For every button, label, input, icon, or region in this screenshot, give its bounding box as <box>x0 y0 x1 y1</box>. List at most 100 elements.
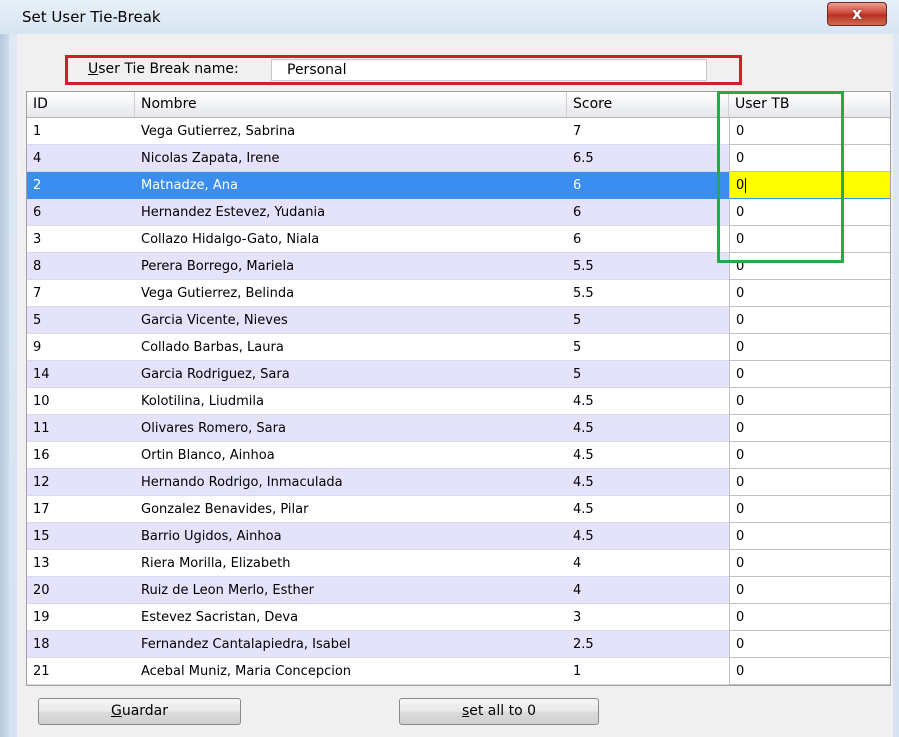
cell-user-tb[interactable]: 0 <box>729 334 890 361</box>
cell-score: 2.5 <box>567 631 729 658</box>
cell-score: 3 <box>567 604 729 631</box>
cell-id: 12 <box>27 469 135 496</box>
cell-score: 4.5 <box>567 415 729 442</box>
cell-user-tb[interactable]: 0 <box>729 199 890 226</box>
cell-user-tb[interactable]: 0 <box>729 658 890 685</box>
close-button[interactable]: x <box>827 2 887 26</box>
table-row[interactable]: 18 Fernandez Cantalapiedra, Isabel 2.5 0 <box>27 631 890 658</box>
cell-nombre: Perera Borrego, Mariela <box>135 253 567 280</box>
cell-user-tb[interactable]: 0 <box>729 496 890 523</box>
set-all-to-zero-button[interactable]: set all to 0 <box>399 698 599 725</box>
cell-user-tb[interactable]: 0 <box>729 172 890 199</box>
column-header-id[interactable]: ID <box>27 92 135 117</box>
cell-nombre: Ruiz de Leon Merlo, Esther <box>135 577 567 604</box>
cell-user-tb[interactable]: 0 <box>729 442 890 469</box>
cell-nombre: Nicolas Zapata, Irene <box>135 145 567 172</box>
cell-user-tb[interactable]: 0 <box>729 118 890 145</box>
table-row[interactable]: 2 Matnadze, Ana 6 0 <box>27 172 890 199</box>
cell-nombre: Vega Gutierrez, Belinda <box>135 280 567 307</box>
cell-score: 6 <box>567 199 729 226</box>
cell-id: 14 <box>27 361 135 388</box>
cell-score: 4.5 <box>567 442 729 469</box>
grid-header: ID Nombre Score User TB <box>27 92 890 118</box>
column-header-score[interactable]: Score <box>567 92 729 117</box>
table-row[interactable]: 19 Estevez Sacristan, Deva 3 0 <box>27 604 890 631</box>
cell-nombre: Hernando Rodrigo, Inmaculada <box>135 469 567 496</box>
cell-id: 1 <box>27 118 135 145</box>
cell-score: 1 <box>567 658 729 685</box>
cell-user-tb[interactable]: 0 <box>729 577 890 604</box>
window-left-border <box>0 0 9 737</box>
cell-id: 16 <box>27 442 135 469</box>
cell-score: 6 <box>567 226 729 253</box>
table-row[interactable]: 5 Garcia Vicente, Nieves 5 0 <box>27 307 890 334</box>
cell-user-tb[interactable]: 0 <box>729 523 890 550</box>
table-row[interactable]: 14 Garcia Rodriguez, Sara 5 0 <box>27 361 890 388</box>
cell-score: 5 <box>567 334 729 361</box>
cell-user-tb[interactable]: 0 <box>729 469 890 496</box>
cell-nombre: Vega Gutierrez, Sabrina <box>135 118 567 145</box>
cell-id: 10 <box>27 388 135 415</box>
cell-user-tb[interactable]: 0 <box>729 604 890 631</box>
cell-nombre: Hernandez Estevez, Yudania <box>135 199 567 226</box>
table-row[interactable]: 17 Gonzalez Benavides, Pilar 4.5 0 <box>27 496 890 523</box>
table-row[interactable]: 20 Ruiz de Leon Merlo, Esther 4 0 <box>27 577 890 604</box>
table-row[interactable]: 12 Hernando Rodrigo, Inmaculada 4.5 0 <box>27 469 890 496</box>
text-caret <box>745 178 747 193</box>
cell-id: 15 <box>27 523 135 550</box>
guardar-button[interactable]: Guardar <box>38 698 241 725</box>
table-row[interactable]: 13 Riera Morilla, Elizabeth 4 0 <box>27 550 890 577</box>
column-header-user-tb[interactable]: User TB <box>729 92 890 117</box>
cell-score: 4.5 <box>567 496 729 523</box>
table-row[interactable]: 9 Collado Barbas, Laura 5 0 <box>27 334 890 361</box>
cell-nombre: Collazo Hidalgo-Gato, Niala <box>135 226 567 253</box>
table-row[interactable]: 1 Vega Gutierrez, Sabrina 7 0 <box>27 118 890 145</box>
cell-score: 4 <box>567 577 729 604</box>
tiebreak-name-label: User Tie Break name: <box>88 61 239 77</box>
cell-score: 7 <box>567 118 729 145</box>
column-header-nombre[interactable]: Nombre <box>135 92 567 117</box>
cell-id: 19 <box>27 604 135 631</box>
cell-score: 6.5 <box>567 145 729 172</box>
cell-nombre: Barrio Ugidos, Ainhoa <box>135 523 567 550</box>
table-row[interactable]: 16 Ortin Blanco, Ainhoa 4.5 0 <box>27 442 890 469</box>
table-row[interactable]: 8 Perera Borrego, Mariela 5.5 0 <box>27 253 890 280</box>
cell-score: 5 <box>567 361 729 388</box>
cell-user-tb[interactable]: 0 <box>729 253 890 280</box>
table-row[interactable]: 15 Barrio Ugidos, Ainhoa 4.5 0 <box>27 523 890 550</box>
cell-nombre: Fernandez Cantalapiedra, Isabel <box>135 631 567 658</box>
table-row[interactable]: 3 Collazo Hidalgo-Gato, Niala 6 0 <box>27 226 890 253</box>
table-row[interactable]: 6 Hernandez Estevez, Yudania 6 0 <box>27 199 890 226</box>
cell-id: 6 <box>27 199 135 226</box>
cell-score: 4 <box>567 550 729 577</box>
cell-user-tb[interactable]: 0 <box>729 415 890 442</box>
cell-id: 2 <box>27 172 135 199</box>
title-bar[interactable]: Set User Tie-Break x <box>0 0 899 34</box>
tiebreak-name-input[interactable] <box>271 59 707 81</box>
cell-user-tb[interactable]: 0 <box>729 280 890 307</box>
cell-score: 5.5 <box>567 253 729 280</box>
table-row[interactable]: 21 Acebal Muniz, Maria Concepcion 1 0 <box>27 658 890 685</box>
table-row[interactable]: 11 Olivares Romero, Sara 4.5 0 <box>27 415 890 442</box>
table-row[interactable]: 10 Kolotilina, Liudmila 4.5 0 <box>27 388 890 415</box>
cell-user-tb[interactable]: 0 <box>729 226 890 253</box>
cell-user-tb[interactable]: 0 <box>729 361 890 388</box>
cell-id: 17 <box>27 496 135 523</box>
cell-nombre: Riera Morilla, Elizabeth <box>135 550 567 577</box>
cell-score: 4.5 <box>567 388 729 415</box>
cell-score: 4.5 <box>567 523 729 550</box>
cell-nombre: Collado Barbas, Laura <box>135 334 567 361</box>
cell-id: 11 <box>27 415 135 442</box>
players-grid[interactable]: ID Nombre Score User TB 1 Vega Gutierrez,… <box>26 91 891 686</box>
cell-nombre: Matnadze, Ana <box>135 172 567 199</box>
cell-user-tb[interactable]: 0 <box>729 307 890 334</box>
window-title: Set User Tie-Break <box>22 8 161 26</box>
cell-user-tb[interactable]: 0 <box>729 388 890 415</box>
cell-nombre: Gonzalez Benavides, Pilar <box>135 496 567 523</box>
cell-user-tb[interactable]: 0 <box>729 550 890 577</box>
cell-user-tb[interactable]: 0 <box>729 145 890 172</box>
cell-user-tb[interactable]: 0 <box>729 631 890 658</box>
cell-id: 20 <box>27 577 135 604</box>
table-row[interactable]: 4 Nicolas Zapata, Irene 6.5 0 <box>27 145 890 172</box>
table-row[interactable]: 7 Vega Gutierrez, Belinda 5.5 0 <box>27 280 890 307</box>
